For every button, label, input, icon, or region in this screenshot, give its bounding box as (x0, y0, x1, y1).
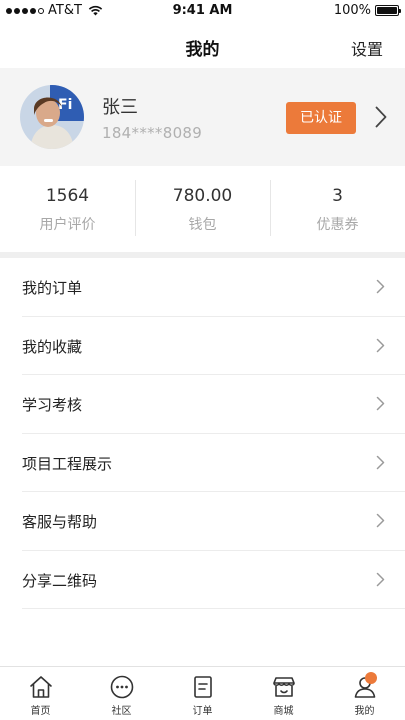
tab-orders[interactable]: 订单 (162, 667, 243, 720)
stat-label: 钱包 (188, 217, 217, 233)
menu-item-label: 我的订单 (22, 279, 83, 297)
stat-reviews[interactable]: 1564 用户评价 (0, 166, 135, 252)
verified-badge: 已认证 (286, 102, 356, 134)
status-right: 100% (333, 3, 401, 18)
tab-profile[interactable]: 我的 (324, 667, 405, 720)
menu-item-share-qr[interactable]: 分享二维码 (22, 551, 405, 609)
menu-item-project-showcase[interactable]: 项目工程展示 (22, 434, 405, 492)
battery-percent: 100% (333, 3, 371, 18)
menu-item-favorites[interactable]: 我的收藏 (22, 317, 405, 375)
menu-item-label: 学习考核 (22, 396, 83, 414)
menu-item-my-orders[interactable]: 我的订单 (22, 258, 405, 317)
tab-label: 社区 (111, 706, 132, 717)
order-icon (193, 676, 212, 698)
tab-label: 我的 (354, 706, 375, 717)
home-icon (29, 676, 52, 698)
chevron-right-icon[interactable] (375, 106, 387, 128)
profile-phone: 184****8089 (102, 124, 203, 142)
chevron-right-icon (376, 338, 385, 352)
tab-bar: 首页 社区 订单 商城 我的 (0, 666, 405, 720)
stat-label: 用户评价 (39, 217, 96, 233)
tab-label: 订单 (192, 706, 213, 717)
battery-icon (375, 5, 401, 16)
menu-item-support[interactable]: 客服与帮助 (22, 492, 405, 551)
chevron-right-icon (376, 572, 385, 586)
menu-item-label: 我的收藏 (22, 337, 83, 356)
profile-card[interactable]: Fi 张三 184****8089 已认证 (0, 68, 405, 166)
chevron-right-icon (376, 513, 385, 528)
stat-coupons[interactable]: 3 优惠券 (270, 166, 405, 252)
avatar[interactable]: Fi (20, 85, 84, 149)
menu-item-label: 项目工程展示 (22, 454, 113, 473)
tab-store[interactable]: 商城 (243, 667, 324, 720)
tab-home[interactable]: 首页 (0, 667, 81, 720)
nav-bar: 我的 设置 (0, 22, 405, 68)
stat-value: 1564 (45, 186, 90, 206)
stat-label: 优惠券 (316, 217, 359, 233)
menu-item-label: 分享二维码 (22, 571, 98, 590)
stat-value: 780.00 (172, 186, 233, 206)
community-icon (110, 675, 133, 699)
chevron-right-icon (376, 279, 385, 294)
tab-label: 商城 (273, 706, 294, 717)
stats-row: 1564 用户评价 780.00 钱包 3 优惠券 (0, 166, 405, 252)
settings-button[interactable]: 设置 (351, 36, 383, 60)
page-title: 我的 (185, 40, 220, 60)
status-bar: AT&T 9:41 AM 100% (0, 0, 405, 22)
tab-community[interactable]: 社区 (81, 667, 162, 720)
menu-list: 我的订单 我的收藏 学习考核 项目工程展示 客服与帮助 分享二维码 (0, 258, 405, 609)
chevron-right-icon (376, 396, 385, 411)
chevron-right-icon (376, 455, 385, 469)
stat-wallet[interactable]: 780.00 钱包 (135, 166, 270, 252)
profile-name: 张三 (102, 97, 138, 118)
menu-item-label: 客服与帮助 (22, 513, 98, 531)
stat-value: 3 (332, 186, 343, 206)
store-icon (272, 677, 295, 697)
menu-item-study-assessment[interactable]: 学习考核 (22, 375, 405, 434)
svg-text:Fi: Fi (58, 97, 72, 113)
notification-dot (364, 672, 377, 684)
tab-label: 首页 (30, 706, 51, 717)
